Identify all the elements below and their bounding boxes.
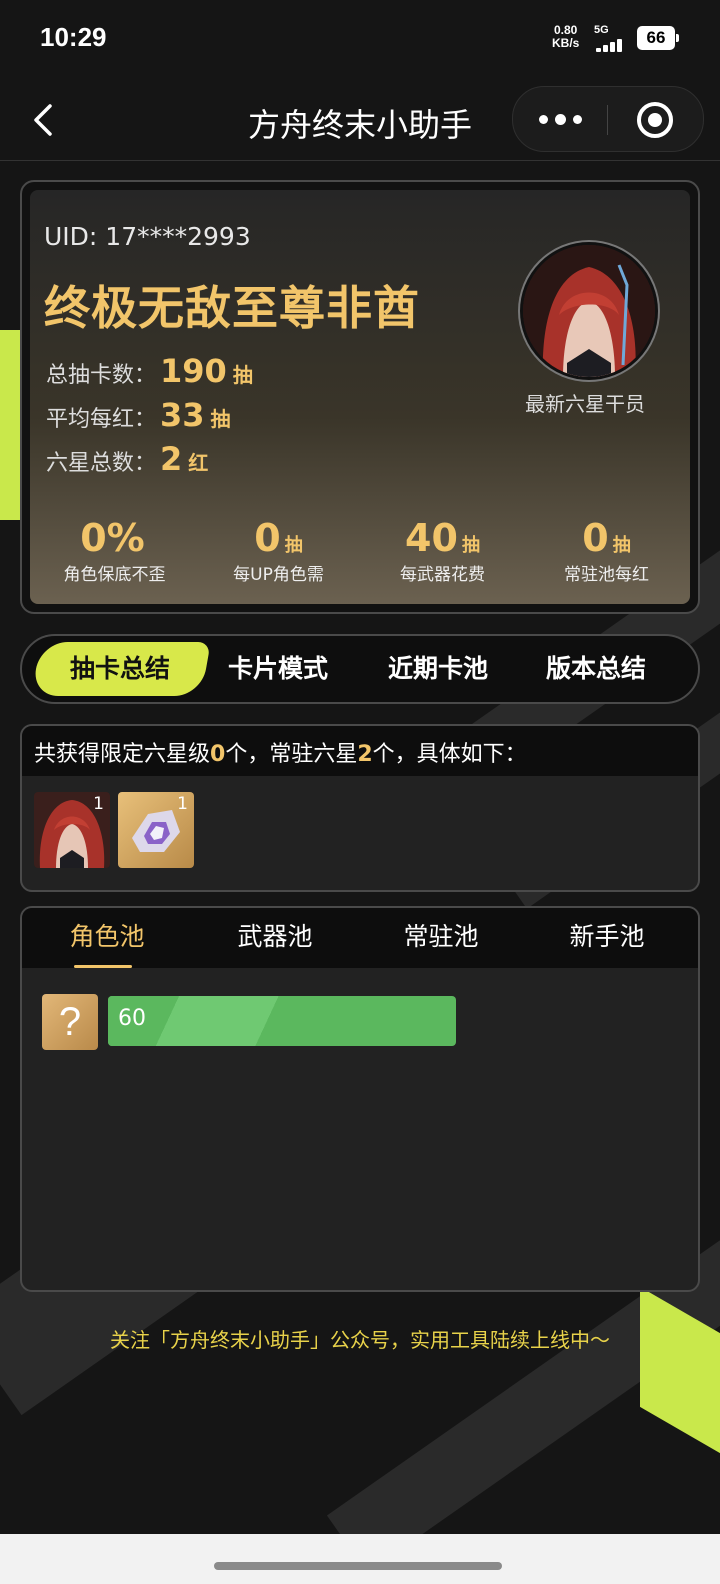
six-star-summary-text: 共获得限定六星级0个，常驻六星2个，具体如下：: [34, 736, 527, 768]
close-target-icon[interactable]: [637, 102, 673, 138]
more-dots-icon: [539, 115, 548, 124]
mini-stat-value: 0: [582, 516, 609, 560]
main-tabs: 抽卡总结 卡片模式 近期卡池 版本总结: [20, 634, 700, 704]
avatar-caption: 最新六星干员: [525, 392, 645, 416]
mini-stat-unit: 抽: [461, 535, 480, 556]
operator-portrait-icon: [523, 245, 655, 377]
mini-stat-value: 0%: [80, 516, 145, 560]
more-dots-icon: [573, 115, 582, 124]
stat-label: 总抽卡数：: [46, 363, 157, 388]
mini-stat-guarantee: 0% 角色保底不歪: [32, 516, 197, 585]
tab-pull-summary[interactable]: 抽卡总结: [40, 636, 200, 702]
stat-avg-per-six-star: 平均每红： 33 抽: [46, 396, 231, 434]
six-star-card: 共获得限定六星级0个，常驻六星2个，具体如下： 1 1: [20, 724, 700, 892]
limited-six-star-count: 0: [210, 742, 226, 767]
active-tab-underline: [74, 965, 132, 968]
mini-stat-up-cost: 0抽 每UP角色需: [196, 516, 361, 585]
standard-six-star-count: 2: [357, 742, 373, 767]
pool-tabs: 角色池 武器池 常驻池 新手池: [22, 908, 698, 968]
mini-stat-standard-cost: 0抽 常驻池每红: [524, 516, 689, 585]
mini-program-capsule: [512, 86, 704, 152]
six-star-header: 共获得限定六星级0个，常驻六星2个，具体如下：: [22, 726, 698, 776]
mini-stat-label: 每UP角色需: [233, 565, 324, 585]
network-speed-unit: KB/s: [552, 36, 580, 50]
latest-operator-avatar[interactable]: [520, 242, 658, 380]
nav-bar: 方舟终末小助手: [0, 80, 720, 161]
tab-character-pool[interactable]: 角色池: [22, 908, 192, 968]
six-star-text-part: 共获得限定六星级: [34, 742, 211, 767]
stat-label: 平均每红：: [46, 407, 157, 432]
mini-stat-unit: 抽: [612, 535, 631, 556]
mini-stat-value: 40: [405, 516, 458, 560]
six-star-text-part: 个，具体如下：: [372, 742, 527, 767]
luck-title: 终极无敌至尊非酋: [44, 281, 420, 335]
six-star-text-part: 个，常驻六星: [225, 742, 358, 767]
stat-value: 2: [160, 440, 183, 478]
stat-value: 33: [160, 396, 205, 434]
signal-icon: [596, 36, 630, 52]
more-dots-icon: [555, 114, 566, 125]
mini-stat-label: 每武器花费: [400, 565, 485, 585]
mini-stat-label: 角色保底不歪: [63, 565, 166, 585]
stat-unit: 抽: [232, 363, 253, 387]
pool-card: 角色池 武器池 常驻池 新手池 ? 60: [20, 906, 700, 1292]
stat-unit: 抽: [210, 407, 231, 431]
capsule-divider: [607, 105, 608, 135]
tab-weapon-pool[interactable]: 武器池: [190, 908, 360, 968]
pull-progress-bar: 60: [108, 996, 456, 1046]
summary-card: UID: 17****2993 终极无敌至尊非酋 总抽卡数： 190 抽 平均每红：…: [20, 180, 700, 614]
six-star-item-weapon[interactable]: 1: [118, 792, 194, 868]
battery-icon: 66: [637, 26, 679, 50]
summary-card-inner: UID: 17****2993 终极无敌至尊非酋 总抽卡数： 190 抽 平均每红：…: [30, 190, 690, 604]
item-count: 1: [93, 794, 104, 814]
stat-six-star-total: 六星总数： 2 红: [46, 440, 208, 478]
tab-recent-pools[interactable]: 近期卡池: [358, 636, 518, 702]
network-type: 5G: [594, 24, 609, 36]
network-speed: 0.80 KB/s: [552, 24, 579, 50]
progress-value: 60: [118, 1006, 146, 1031]
six-star-item-operator[interactable]: 1: [34, 792, 110, 868]
mini-stat-weapon-cost: 40 抽 每武器花费: [360, 516, 525, 585]
progress-fill: [108, 996, 369, 1046]
stat-label: 六星总数：: [46, 451, 157, 476]
user-uid: UID: 17****2993: [44, 222, 251, 251]
tab-version-summary[interactable]: 版本总结: [516, 636, 676, 702]
more-button[interactable]: [513, 87, 607, 151]
status-bar: 10:29 0.80 KB/s 5G 66: [0, 0, 720, 80]
tab-card-mode[interactable]: 卡片模式: [198, 636, 358, 702]
mini-stat-value: 0: [254, 516, 281, 560]
home-indicator[interactable]: [214, 1562, 502, 1570]
item-count: 1: [177, 794, 188, 814]
mini-stat-unit: 抽: [284, 535, 303, 556]
stat-unit: 红: [188, 451, 209, 475]
system-bottom-bar: [0, 1534, 720, 1584]
tab-standard-pool[interactable]: 常驻池: [356, 908, 526, 968]
tab-newbie-pool[interactable]: 新手池: [522, 908, 692, 968]
mini-stat-label: 常驻池每红: [564, 565, 649, 585]
stat-total-pulls: 总抽卡数： 190 抽: [46, 352, 253, 390]
question-mark-icon[interactable]: ?: [42, 994, 98, 1050]
status-time: 10:29: [40, 22, 107, 52]
stat-value: 190: [160, 352, 227, 390]
footer-notice: 关注「方舟终末小助手」公众号，实用工具陆续上线中～: [110, 1328, 610, 1352]
